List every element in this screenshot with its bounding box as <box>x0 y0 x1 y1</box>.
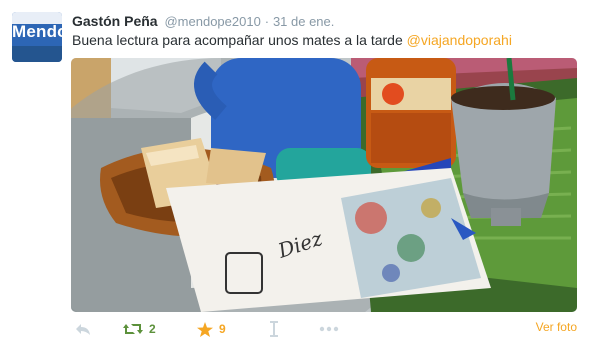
retweet-count: 2 <box>149 322 156 336</box>
retweet-icon <box>123 324 143 334</box>
author-handle[interactable]: @mendope2010 <box>164 14 260 29</box>
avatar-text: Mendo <box>12 22 62 41</box>
tweet-actions: 2 9 Ver foto <box>71 318 579 340</box>
more-dots-icon <box>319 326 339 332</box>
tweet-text: Buena lectura para acompañar unos mates … <box>72 32 512 48</box>
favorite-button[interactable]: 9 <box>197 318 226 340</box>
author-name[interactable]: Gastón Peña <box>72 13 158 29</box>
retweet-button[interactable]: 2 <box>123 318 156 340</box>
avatar[interactable]: Mendo <box>12 12 62 62</box>
header-separator: · <box>264 14 270 29</box>
more-button[interactable] <box>319 318 339 340</box>
favorite-count: 9 <box>219 322 226 336</box>
mention-link[interactable]: @viajandoporahi <box>407 32 512 48</box>
reply-icon <box>76 324 90 335</box>
tweet-header: Gastón Peña @mendope2010 · 31 de ene. <box>72 13 334 29</box>
tweet-timestamp[interactable]: 31 de ene. <box>273 14 334 29</box>
star-icon <box>197 321 213 337</box>
reply-button[interactable] <box>75 318 91 340</box>
pin-button[interactable] <box>269 318 279 340</box>
view-photo-link[interactable]: Ver foto <box>536 320 577 334</box>
pin-icon <box>270 321 278 337</box>
tweet-body: Buena lectura para acompañar unos mates … <box>72 32 407 48</box>
tweet-photo[interactable]: Diez <box>71 58 577 312</box>
avatar-shade <box>12 46 62 62</box>
